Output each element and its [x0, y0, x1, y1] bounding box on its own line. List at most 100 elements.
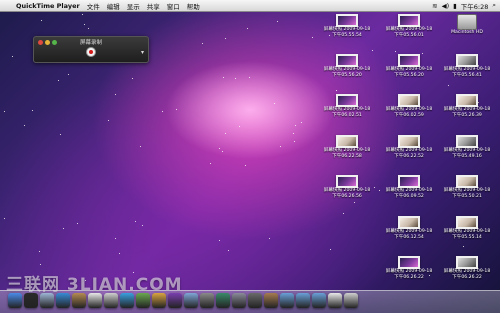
tools-icon[interactable] [264, 293, 278, 308]
screenshot-thumbnail [456, 216, 478, 229]
screenshot-thumbnail [336, 135, 358, 148]
screenshot-file-icon[interactable]: 屏幕快照 2009-09-18 下午05.26.39 [438, 94, 496, 118]
screenshot-thumbnail [398, 216, 420, 229]
screenshot-file-icon[interactable]: 屏幕快照 2009-09-18 下午06.09.52 [380, 175, 438, 199]
file-name-line-1: 屏幕快照 2009-09-18 [323, 107, 371, 112]
file-name-line-1: 屏幕快照 2009-09-18 [385, 188, 433, 193]
file-name-line-1: 屏幕快照 2009-09-18 [443, 188, 491, 193]
file-name-line-2: 下午06.02.51 [332, 112, 362, 118]
volume-icon[interactable]: ◀) [442, 2, 450, 10]
screenshot-thumbnail [398, 256, 420, 269]
screenshot-file-icon[interactable]: 屏幕快照 2009-09-18 下午06.26.56 [318, 175, 376, 199]
screenshot-file-icon[interactable]: 屏幕快照 2009-09-18 下午06.26.22 [380, 256, 438, 280]
imovie-icon[interactable] [168, 293, 182, 308]
screenshot-file-icon[interactable]: 屏幕快照 2009-09-18 下午05.50.21 [438, 175, 496, 199]
file-name-line-1: 屏幕快照 2009-09-18 [323, 27, 371, 32]
address-book-icon[interactable] [72, 293, 86, 308]
file-name-line-1: 屏幕快照 2009-09-18 [385, 229, 433, 234]
file-name-line-2: 下午06.26.56 [332, 193, 362, 199]
finder-icon[interactable] [8, 293, 22, 308]
file-name-line-1: 屏幕快照 2009-09-18 [323, 148, 371, 153]
screenshot-file-icon[interactable]: 屏幕快照 2009-09-18 下午06.02.59 [380, 94, 438, 118]
screenshot-file-icon[interactable]: 屏幕快照 2009-09-18 下午06.26.22 [438, 256, 496, 280]
documents-folder-icon[interactable] [312, 293, 326, 308]
file-name-line-2: 下午06.09.52 [394, 193, 424, 199]
dock [0, 290, 500, 313]
file-name-line-2: 下午05.56.20 [394, 72, 424, 78]
screenshot-thumbnail [398, 94, 420, 107]
file-name-line-2: 下午06.22.52 [394, 153, 424, 159]
menu-window[interactable]: 窗口 [167, 1, 180, 11]
file-name-line-2: 下午05.56.41 [452, 72, 482, 78]
trash-icon[interactable] [344, 293, 358, 308]
menu-file[interactable]: 文件 [87, 1, 100, 11]
garageband-icon[interactable] [152, 293, 166, 308]
screenshot-file-icon[interactable]: 屏幕快照 2009-09-18 下午05.55.14 [438, 216, 496, 240]
spotlight-icon[interactable]: ⌕ [492, 1, 496, 10]
screenshot-file-icon[interactable]: 屏幕快照 2009-09-18 下午05.56.01 [380, 14, 438, 38]
ichat-icon[interactable] [184, 293, 198, 308]
file-name-line-2: 下午06.12.54 [394, 234, 424, 240]
file-name-line-2: 下午05.50.21 [452, 193, 482, 199]
screenshot-thumbnail [398, 135, 420, 148]
file-name-line-1: 屏幕快照 2009-09-18 [443, 148, 491, 153]
file-name-line-2: 下午06.26.22 [394, 274, 424, 280]
file-name-line-1: 屏幕快照 2009-09-18 [323, 67, 371, 72]
screenshot-thumbnail [456, 135, 478, 148]
safari-icon[interactable] [56, 293, 70, 308]
screenshot-file-icon[interactable]: 屏幕快照 2009-09-18 下午05.56.41 [438, 54, 496, 78]
preview-icon[interactable] [104, 293, 118, 308]
menu-edit[interactable]: 编辑 [107, 1, 120, 11]
file-name-line-2: 下午06.26.22 [452, 274, 482, 280]
screenshot-file-icon[interactable]: 屏幕快照 2009-09-18 下午06.22.52 [380, 135, 438, 159]
file-name-line-1: 屏幕快照 2009-09-18 [443, 107, 491, 112]
screenshot-file-icon[interactable]: 屏幕快照 2009-09-18 下午06.12.54 [380, 216, 438, 240]
screenshot-file-icon[interactable]: 屏幕快照 2009-09-18 下午06.02.51 [318, 94, 376, 118]
itunes-icon[interactable] [120, 293, 134, 308]
network-icon[interactable] [248, 293, 262, 308]
screenshot-thumbnail [456, 94, 478, 107]
dock-items [8, 293, 358, 308]
screenshot-thumbnail [398, 54, 420, 67]
battery-icon[interactable]: ▮ [453, 2, 457, 10]
file-name-line-1: 屏幕快照 2009-09-18 [385, 269, 433, 274]
macintosh-hd-icon[interactable]: Macintosh HD [438, 14, 496, 36]
record-button[interactable] [86, 47, 96, 57]
menu-view[interactable]: 显示 [127, 1, 140, 11]
screenshot-file-icon[interactable]: 屏幕快照 2009-09-18 下午05.56.20 [318, 54, 376, 78]
screenshot-file-icon[interactable]: 屏幕快照 2009-09-18 下午05.49.16 [438, 135, 496, 159]
app-menu[interactable]: QuickTime Player [16, 2, 80, 10]
file-name-line-1: 屏幕快照 2009-09-18 [443, 269, 491, 274]
file-name-line-2: 下午05.56.20 [332, 72, 362, 78]
mail-icon[interactable] [40, 293, 54, 308]
stacks-icon[interactable] [280, 293, 294, 308]
applications-folder-icon[interactable] [296, 293, 310, 308]
screenshot-thumbnail [398, 175, 420, 188]
menu-share[interactable]: 共享 [147, 1, 160, 11]
screenshot-thumbnail [456, 175, 478, 188]
screenshot-thumbnail [456, 54, 478, 67]
menu-help[interactable]: 帮助 [187, 1, 200, 11]
wifi-icon[interactable]: ≋ [432, 2, 437, 10]
hard-drive-icon [457, 14, 477, 30]
menu-extras: ≋ ◀) ▮ 下午6:28 ⌕ [432, 1, 500, 11]
xcode-icon[interactable] [200, 293, 214, 308]
time-machine-icon[interactable] [216, 293, 230, 308]
dashboard-icon[interactable] [24, 293, 38, 308]
recording-options-dropdown[interactable]: ▾ [141, 49, 144, 56]
system-preferences-icon[interactable] [232, 293, 246, 308]
file-name-line-1: 屏幕快照 2009-09-18 [443, 229, 491, 234]
downloads-stack-icon[interactable] [328, 293, 342, 308]
screenshot-thumbnail [336, 94, 358, 107]
window-title: 屏幕录制 [79, 40, 102, 46]
clock[interactable]: 下午6:28 [461, 1, 489, 11]
screenshot-file-icon[interactable]: 屏幕快照 2009-09-18 下午06.22.58 [318, 135, 376, 159]
file-name-line-2: 下午05.26.39 [452, 112, 482, 118]
screen-recording-window[interactable]: 屏幕录制 ▾ [33, 36, 149, 63]
file-name-line-2: 下午06.02.59 [394, 112, 424, 118]
screenshot-file-icon[interactable]: 屏幕快照 2009-09-18 下午05.56.20 [380, 54, 438, 78]
ical-icon[interactable] [88, 293, 102, 308]
file-name-line-2: 下午05.49.16 [452, 153, 482, 159]
iphoto-icon[interactable] [136, 293, 150, 308]
screenshot-file-icon[interactable]: 屏幕快照 2009-09-18 下午05.55.54 [318, 14, 376, 38]
